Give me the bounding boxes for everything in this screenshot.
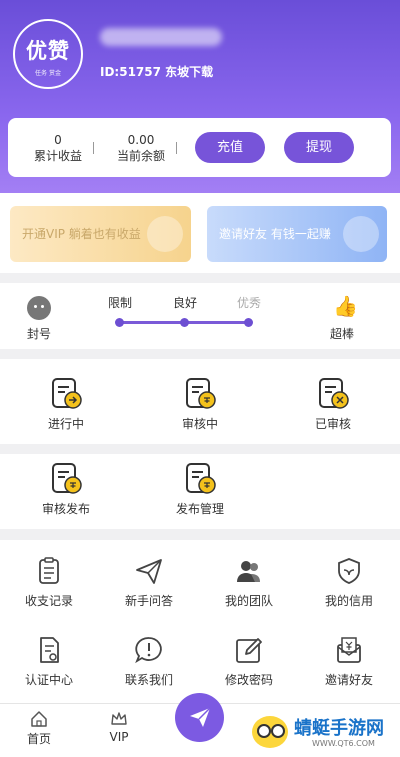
team-icon: [237, 561, 260, 582]
neutral-face-icon: [27, 296, 51, 320]
task-label: 进行中: [47, 417, 84, 431]
app-logo: 优赞 任务 赏金: [13, 19, 83, 89]
edit-icon: [236, 638, 262, 663]
watermark-text: 蜻蜓手游网: [294, 718, 384, 739]
grid-certification[interactable]: 认证中心: [4, 635, 94, 688]
task-label: 审核发布: [41, 502, 90, 516]
thumbs-up-icon: 👍: [333, 294, 358, 318]
grid-label: 新手问答: [124, 594, 173, 608]
review-publish[interactable]: 审核发布: [26, 462, 106, 517]
crown-icon: [111, 712, 127, 725]
shield-icon: [338, 558, 360, 584]
user-id: ID:51757 东坡下载: [100, 65, 214, 79]
level-dot: [115, 318, 124, 327]
balance-card: 0 累计收益 0.00 当前余额 充值 提现: [8, 118, 391, 177]
doc-coin-icon: [52, 463, 82, 494]
doc-coin-icon: [186, 463, 216, 494]
bottom-tab-bar: 首页 VIP 蜻蜓手游网 WWW.QT6.COM: [0, 693, 400, 757]
great-label: 超棒: [330, 327, 355, 341]
divider: [93, 142, 94, 154]
grid-label: 认证中心: [24, 673, 73, 687]
grid-label: 我的信用: [324, 594, 373, 608]
publish-management[interactable]: 发布管理: [160, 462, 240, 517]
watermark-logo: 蜻蜓手游网 WWW.QT6.COM: [252, 712, 397, 754]
level-good: 良好: [173, 296, 198, 310]
invite-envelope-icon: [337, 637, 361, 663]
watermark-url: WWW.QT6.COM: [312, 739, 375, 748]
grid-invite[interactable]: 邀请好友: [304, 635, 394, 688]
grid-label: 联系我们: [124, 673, 173, 687]
total-income-label: 累计收益: [33, 149, 82, 163]
grid-contact[interactable]: 联系我们: [104, 635, 194, 688]
total-income: 0 累计收益: [28, 132, 88, 164]
blurred-phone-number: [100, 28, 222, 46]
publish-section: 审核发布 发布管理: [0, 454, 400, 529]
task-label: 发布管理: [175, 502, 224, 516]
logo-main-text: 优赞: [26, 39, 70, 63]
withdraw-button[interactable]: 提现: [284, 132, 354, 163]
doc-arrow-icon: [52, 378, 82, 409]
grid-label: 我的团队: [224, 594, 273, 608]
level-restricted: 限制: [108, 296, 133, 310]
dragonfly-mascot-icon: [252, 716, 288, 748]
total-income-value: 0: [54, 133, 62, 147]
send-icon: [190, 707, 211, 727]
task-label: 已审核: [314, 417, 351, 431]
invite-banner-text: 邀请好友 有钱一起赚: [219, 227, 331, 241]
grid-change-password[interactable]: 修改密码: [204, 635, 294, 688]
publish-fab-button[interactable]: [175, 693, 224, 742]
task-in-progress[interactable]: 进行中: [26, 377, 106, 432]
logo-sub-text: 任务 赏金: [35, 70, 61, 77]
task-status-section: 进行中 审核中 已审核: [0, 359, 400, 444]
recharge-button[interactable]: 充值: [195, 132, 265, 163]
tab-home[interactable]: 首页: [9, 710, 69, 747]
grid-credit[interactable]: 我的信用: [304, 556, 394, 609]
clipboard-icon: [39, 557, 59, 584]
vip-banner[interactable]: 开通VIP 躺着也有收益: [10, 206, 191, 262]
menu-grid: 收支记录 新手问答 我的团队 我的信用 认证中心 联系我们 修改密码 邀请好友: [0, 540, 400, 703]
credit-level-section: 封号 限制 良好 优秀 👍 超棒: [0, 283, 400, 349]
puzzle-icon: [147, 216, 183, 252]
task-label: 审核中: [181, 417, 218, 431]
divider: [176, 142, 177, 154]
invite-banner[interactable]: 邀请好友 有钱一起赚: [207, 206, 387, 262]
doc-coin-icon: [186, 378, 216, 409]
tab-vip-label: VIP: [109, 730, 129, 744]
tab-vip[interactable]: VIP: [89, 710, 149, 744]
grid-label: 修改密码: [224, 673, 273, 687]
chat-alert-icon: [135, 637, 162, 664]
doc-close-icon: [319, 378, 349, 409]
level-excellent: 优秀: [237, 296, 262, 310]
home-icon: [31, 711, 47, 727]
current-balance: 0.00 当前余额: [106, 132, 176, 164]
ban-label: 封号: [27, 327, 52, 341]
level-dot: [244, 318, 253, 327]
tab-home-label: 首页: [26, 732, 51, 746]
task-under-review[interactable]: 审核中: [160, 377, 240, 432]
people-icon: [343, 216, 379, 252]
grid-label: 收支记录: [24, 594, 73, 608]
task-reviewed[interactable]: 已审核: [293, 377, 373, 432]
current-balance-label: 当前余额: [116, 149, 165, 163]
grid-team[interactable]: 我的团队: [204, 556, 294, 609]
level-dot: [180, 318, 189, 327]
paper-plane-icon: [136, 559, 162, 584]
grid-label: 邀请好友: [324, 673, 373, 687]
grid-transactions[interactable]: 收支记录: [4, 556, 94, 609]
certificate-icon: [40, 637, 59, 663]
vip-banner-text: 开通VIP 躺着也有收益: [22, 227, 141, 241]
current-balance-value: 0.00: [127, 133, 155, 147]
grid-faq[interactable]: 新手问答: [104, 556, 194, 609]
